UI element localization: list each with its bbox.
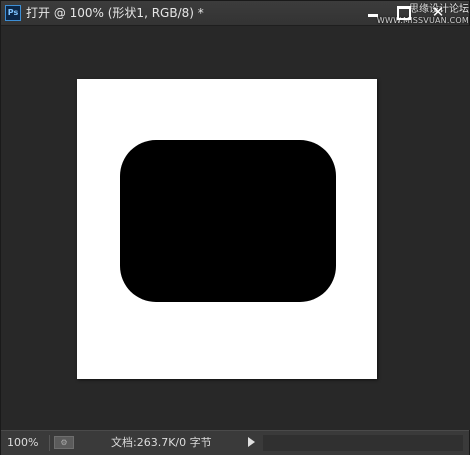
document-canvas[interactable] bbox=[77, 79, 377, 379]
rounded-rectangle-shape[interactable] bbox=[120, 140, 336, 302]
close-icon: ✕ bbox=[431, 3, 445, 21]
document-tab-title[interactable]: 打开 @ 100% (形状1, RGB/8) * bbox=[26, 5, 204, 21]
minimize-icon bbox=[368, 14, 378, 17]
maximize-icon bbox=[397, 6, 411, 20]
status-divider bbox=[49, 435, 50, 451]
status-info-icon[interactable]: ⚙ bbox=[54, 436, 74, 449]
document-window: Ps 打开 @ 100% (形状1, RGB/8) * 思缘设计论坛 WWW.M… bbox=[0, 0, 470, 455]
status-bar: 100% ⚙ 文档:263.7K/0 字节 bbox=[1, 430, 469, 455]
photoshop-icon: Ps bbox=[5, 5, 21, 21]
canvas-pasteboard[interactable] bbox=[2, 26, 470, 430]
minimize-button[interactable] bbox=[361, 3, 385, 21]
close-button[interactable]: ✕ bbox=[426, 3, 450, 21]
title-bar[interactable]: Ps 打开 @ 100% (形状1, RGB/8) * 思缘设计论坛 WWW.M… bbox=[1, 1, 469, 26]
maximize-button[interactable] bbox=[391, 3, 415, 21]
status-menu-arrow-icon[interactable] bbox=[248, 437, 255, 447]
zoom-level-field[interactable]: 100% bbox=[7, 436, 38, 450]
document-size-info: 文档:263.7K/0 字节 bbox=[111, 436, 212, 449]
horizontal-scroll-area[interactable] bbox=[263, 435, 463, 451]
